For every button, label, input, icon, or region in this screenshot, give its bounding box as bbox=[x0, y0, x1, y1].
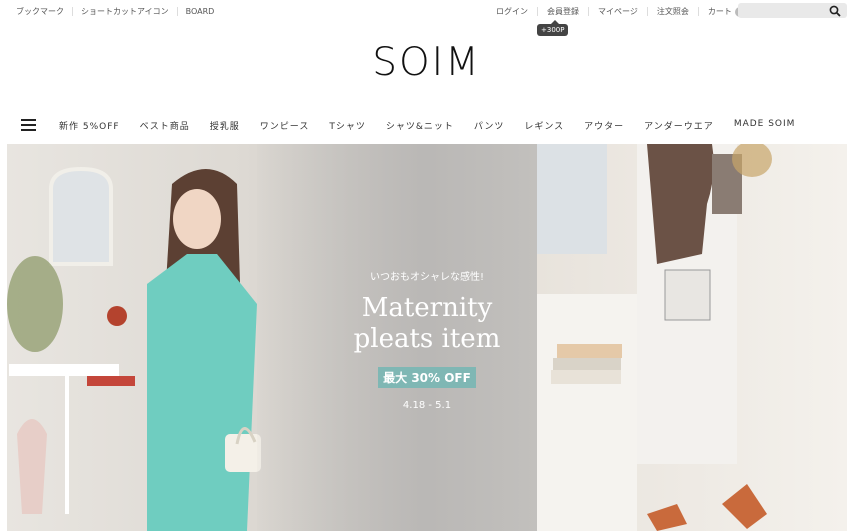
divider bbox=[72, 7, 73, 16]
hero-right-illustration bbox=[537, 144, 772, 531]
mypage-link[interactable]: マイページ bbox=[598, 6, 638, 17]
hero-title: Maternity pleats item bbox=[307, 293, 547, 355]
utility-bar: ブックマーク ショートカットアイコン BOARD ログイン 会員登録 マイページ… bbox=[0, 0, 853, 22]
nav-item-best[interactable]: ベスト商品 bbox=[140, 119, 190, 132]
divider bbox=[176, 7, 178, 16]
nav-item-underwear[interactable]: アンダーウエア bbox=[644, 119, 714, 132]
divider bbox=[588, 7, 589, 16]
shortcut-icon-link[interactable]: ショートカットアイコン bbox=[81, 6, 169, 17]
category-nav: 新作 5%OFF ベスト商品 授乳服 ワンピース Tシャツ シャツ&ニット パン… bbox=[59, 119, 815, 132]
hero-date: 4.18 - 5.1 bbox=[402, 400, 452, 411]
main-nav: 新作 5%OFF ベスト商品 授乳服 ワンピース Tシャツ シャツ&ニット パン… bbox=[0, 113, 853, 137]
login-link[interactable]: ログイン bbox=[496, 6, 528, 17]
nav-item-shirt-knit[interactable]: シャツ&ニット bbox=[386, 119, 454, 132]
hero-copy: いつおもオシャレな感性! Maternity pleats item 最大 30… bbox=[307, 268, 547, 411]
hero-discount-badge: 最大 30% OFF bbox=[378, 367, 476, 388]
hero-banner[interactable]: いつおもオシャレな感性! Maternity pleats item 最大 30… bbox=[7, 144, 847, 531]
nav-item-tshirt[interactable]: Tシャツ bbox=[329, 119, 366, 132]
nav-item-outer[interactable]: アウター bbox=[584, 119, 624, 132]
board-link[interactable]: BOARD bbox=[186, 7, 215, 16]
search-input[interactable] bbox=[744, 4, 828, 18]
utility-right-links: ログイン 会員登録 マイページ 注文照会 カート0 bbox=[496, 6, 746, 17]
utility-left-links: ブックマーク ショートカットアイコン BOARD bbox=[16, 6, 214, 17]
menu-icon[interactable] bbox=[21, 119, 36, 131]
nav-item-onepiece[interactable]: ワンピース bbox=[260, 119, 310, 132]
orders-link[interactable]: 注文照会 bbox=[657, 6, 689, 17]
search-box bbox=[738, 3, 847, 18]
bookmark-link[interactable]: ブックマーク bbox=[16, 6, 64, 17]
divider bbox=[537, 7, 538, 16]
cart-label: カート bbox=[707, 7, 732, 16]
divider bbox=[697, 7, 699, 16]
hero-right-photo bbox=[537, 144, 847, 531]
hero-subtitle: いつおもオシャレな感性! bbox=[369, 272, 484, 283]
hero-title-line1: Maternity bbox=[361, 293, 493, 323]
nav-item-pants[interactable]: パンツ bbox=[474, 119, 504, 132]
nav-item-made-soim[interactable]: MADE SOIM bbox=[734, 119, 796, 132]
register-link[interactable]: 会員登録 bbox=[547, 6, 579, 17]
register-points-tooltip: +300P bbox=[537, 20, 569, 36]
nav-item-new[interactable]: 新作 5%OFF bbox=[59, 119, 120, 132]
divider bbox=[646, 7, 648, 16]
nav-item-nursing[interactable]: 授乳服 bbox=[210, 119, 240, 132]
brand-logo[interactable]: SOIM bbox=[0, 40, 853, 85]
nav-item-leggings[interactable]: レギンス bbox=[524, 119, 564, 132]
search-icon[interactable] bbox=[829, 5, 841, 17]
hero-title-line2: pleats item bbox=[353, 324, 501, 354]
